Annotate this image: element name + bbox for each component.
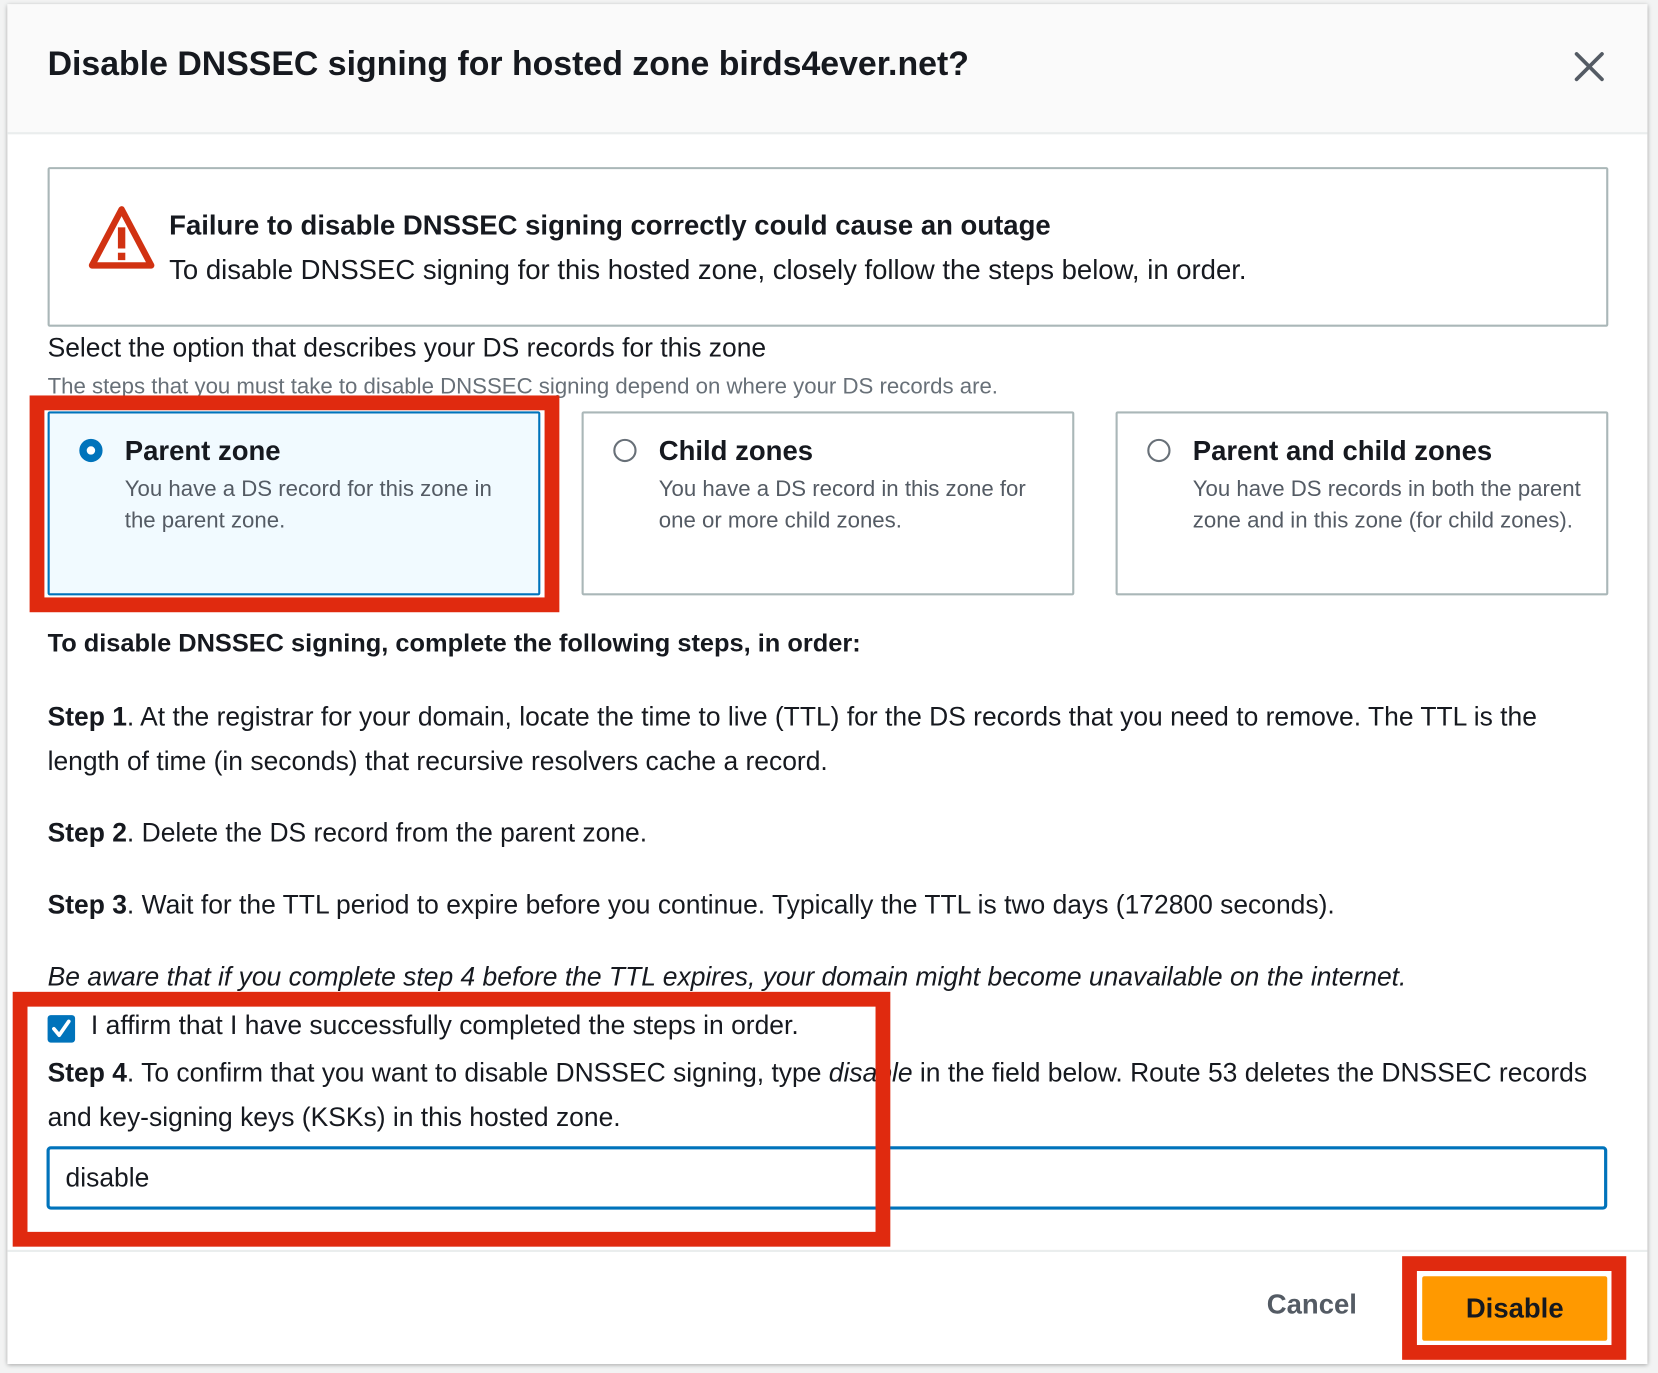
confirm-disable-input[interactable] bbox=[46, 1146, 1608, 1210]
step-text: . At the registrar for your domain, loca… bbox=[47, 702, 1537, 777]
checkmark-icon bbox=[52, 1019, 71, 1038]
radio-parent-and-child-zones[interactable] bbox=[1147, 438, 1171, 463]
tile-title: Child zones bbox=[658, 434, 814, 467]
tile-title: Parent zone bbox=[124, 434, 281, 467]
ds-option-description: The steps that you must take to disable … bbox=[47, 374, 998, 399]
cancel-button[interactable]: Cancel bbox=[1267, 1288, 1357, 1321]
radio-child-zones[interactable] bbox=[613, 438, 637, 463]
step-text: . To confirm that you want to disable DN… bbox=[126, 1058, 829, 1089]
dialog-title: Disable DNSSEC signing for hosted zone b… bbox=[47, 44, 969, 83]
radio-parent-zone[interactable] bbox=[79, 438, 103, 463]
alert-text: To disable DNSSEC signing for this hoste… bbox=[169, 253, 1247, 286]
tile-desc: You have a DS record for this zone in th… bbox=[124, 476, 492, 533]
tile-title: Parent and child zones bbox=[1192, 434, 1493, 467]
tile-parent-zone[interactable]: Parent zone You have a DS record for thi… bbox=[47, 411, 541, 596]
affirm-label[interactable]: I affirm that I have successfully comple… bbox=[91, 1011, 799, 1042]
tile-desc: You have a DS record in this zone for on… bbox=[658, 476, 1026, 533]
step-label: Step 2 bbox=[47, 818, 127, 849]
ttl-warning: Be aware that if you complete step 4 bef… bbox=[47, 962, 1407, 992]
step-3: Step 3. Wait for the TTL period to expir… bbox=[48, 883, 1608, 927]
step-text: . Wait for the TTL period to expire befo… bbox=[126, 890, 1335, 920]
step-1: Step 1. At the registrar for your domain… bbox=[48, 695, 1608, 784]
tile-parent-and-child-zones[interactable]: Parent and child zones You have DS recor… bbox=[1115, 411, 1609, 596]
tile-desc: You have DS records in both the parent z… bbox=[1192, 476, 1581, 533]
step-label: Step 3 bbox=[47, 890, 127, 920]
warning-alert bbox=[47, 167, 1609, 327]
ds-option-label: Select the option that describes your DS… bbox=[47, 333, 767, 363]
step-2: Step 2. Delete the DS record from the pa… bbox=[48, 811, 1608, 855]
step-keyword: disable bbox=[828, 1058, 913, 1089]
step-text: . Delete the DS record from the parent z… bbox=[126, 818, 648, 849]
step-4: Step 4. To confirm that you want to disa… bbox=[48, 1051, 1608, 1140]
steps-heading: To disable DNSSEC signing, complete the … bbox=[47, 629, 861, 658]
disable-button[interactable]: Disable bbox=[1422, 1276, 1608, 1341]
affirm-checkbox[interactable] bbox=[47, 1015, 76, 1043]
close-icon[interactable] bbox=[1571, 49, 1607, 85]
footer-divider bbox=[7, 1249, 1648, 1252]
alert-title: Failure to disable DNSSEC signing correc… bbox=[169, 209, 1051, 242]
step-label: Step 4 bbox=[47, 1058, 127, 1089]
tile-child-zones[interactable]: Child zones You have a DS record in this… bbox=[581, 411, 1075, 596]
warning-triangle-icon bbox=[88, 204, 156, 272]
step-label: Step 1 bbox=[47, 702, 127, 732]
